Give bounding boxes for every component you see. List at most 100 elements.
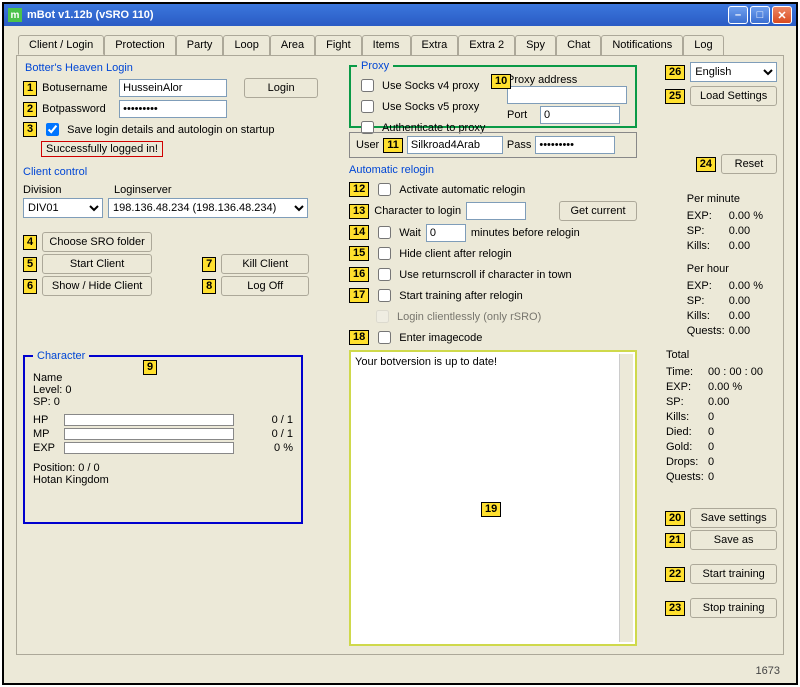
pm-kills-l: Kills: [687, 239, 729, 254]
tab-protection[interactable]: Protection [104, 35, 176, 55]
stop-training-button[interactable]: Stop training [690, 598, 777, 618]
hp-label: HP [33, 414, 59, 426]
hide-after-label: Hide client after relogin [399, 248, 512, 260]
annot-5: 5 [23, 257, 37, 272]
mp-value: 0 / 1 [272, 428, 293, 440]
proxy-legend: Proxy [357, 60, 393, 72]
load-settings-button[interactable]: Load Settings [690, 86, 777, 106]
save-settings-button[interactable]: Save settings [690, 508, 777, 528]
log-scrollbar[interactable] [619, 354, 633, 642]
reset-button[interactable]: Reset [721, 154, 777, 174]
maximize-button[interactable]: □ [750, 6, 770, 24]
mp-bar [64, 428, 234, 440]
annot-25: 25 [665, 89, 685, 104]
tab-notifications[interactable]: Notifications [601, 35, 683, 55]
save-as-button[interactable]: Save as [690, 530, 777, 550]
total-heading: Total [666, 348, 763, 363]
proxy-pass-input[interactable] [535, 136, 615, 154]
client-area: Client / Login Protection Party Loop Are… [4, 26, 796, 683]
botusername-input[interactable] [119, 79, 227, 97]
app-window: m mBot v1.12b (vSRO 110) – □ ✕ Client / … [2, 2, 798, 685]
status-bar-number: 1673 [756, 665, 780, 677]
socks5-checkbox[interactable] [361, 100, 374, 113]
mp-label: MP [33, 428, 59, 440]
save-login-checkbox[interactable] [46, 123, 59, 136]
proxy-user-label: User [356, 139, 379, 151]
wait-minutes-input[interactable] [426, 224, 466, 242]
annot-7: 7 [202, 257, 216, 272]
hide-after-checkbox[interactable] [378, 247, 391, 260]
t-drops-v: 0 [708, 456, 714, 468]
log-text: Your botversion is up to date! [355, 356, 631, 368]
stats-total: Total Time:00 : 00 : 00 EXP:0.00 % SP:0.… [666, 348, 763, 485]
tab-loop[interactable]: Loop [223, 35, 269, 55]
close-button[interactable]: ✕ [772, 6, 792, 24]
login-button[interactable]: Login [244, 78, 318, 98]
annot-21: 21 [665, 533, 685, 548]
botpassword-label: Botpassword [42, 103, 114, 115]
annot-12: 12 [349, 182, 369, 197]
annot-22: 22 [665, 567, 685, 582]
minimize-button[interactable]: – [728, 6, 748, 24]
tab-spy[interactable]: Spy [515, 35, 556, 55]
proxy-port-input[interactable] [540, 106, 620, 124]
tab-extra[interactable]: Extra [411, 35, 459, 55]
start-client-button[interactable]: Start Client [42, 254, 152, 274]
tab-client-login[interactable]: Client / Login [18, 35, 104, 55]
botpassword-input[interactable] [119, 100, 227, 118]
stats-per-minute: Per minute EXP:0.00 % SP:0.00 Kills:0.00 [687, 192, 763, 254]
imagecode-checkbox[interactable] [378, 331, 391, 344]
annot-19: 19 [481, 502, 501, 517]
t-drops-l: Drops: [666, 455, 708, 470]
get-current-button[interactable]: Get current [559, 201, 637, 221]
wait-label: Wait [399, 227, 421, 239]
clientless-checkbox [376, 310, 389, 323]
tab-chat[interactable]: Chat [556, 35, 601, 55]
proxy-address-input[interactable] [507, 86, 627, 104]
activate-relogin-checkbox[interactable] [378, 183, 391, 196]
annot-24: 24 [696, 157, 716, 172]
returnscroll-checkbox[interactable] [378, 268, 391, 281]
annot-17: 17 [349, 288, 369, 303]
exp-value: 0 % [274, 442, 293, 454]
socks4-checkbox[interactable] [361, 79, 374, 92]
start-training-after-checkbox[interactable] [378, 289, 391, 302]
annot-10: 10 [491, 74, 511, 89]
tab-fight[interactable]: Fight [315, 35, 361, 55]
char-level: Level: 0 [33, 384, 293, 396]
tab-log[interactable]: Log [683, 35, 723, 55]
show-hide-client-button[interactable]: Show / Hide Client [42, 276, 152, 296]
t-died-l: Died: [666, 425, 708, 440]
t-exp-l: EXP: [666, 380, 708, 395]
character-fieldset: Character 9 Name Level: 0 SP: 0 HP 0 / 1… [23, 350, 303, 524]
language-select[interactable]: English [690, 62, 777, 82]
kill-client-button[interactable]: Kill Client [221, 254, 309, 274]
annot-13: 13 [349, 204, 369, 219]
start-training-button[interactable]: Start training [690, 564, 777, 584]
division-select[interactable]: DIV01 [23, 198, 103, 218]
ph-kills-l: Kills: [687, 309, 729, 324]
tab-extra2[interactable]: Extra 2 [458, 35, 515, 55]
app-icon: m [8, 8, 22, 22]
char-position: Position: 0 / 0 [33, 462, 293, 474]
start-training-after-label: Start training after relogin [399, 290, 523, 302]
stats-per-hour: Per hour EXP:0.00 % SP:0.00 Kills:0.00 Q… [687, 262, 763, 339]
tab-area[interactable]: Area [270, 35, 315, 55]
char-to-login-input[interactable] [466, 202, 526, 220]
annot-26: 26 [665, 65, 685, 80]
tab-party[interactable]: Party [176, 35, 224, 55]
tab-items[interactable]: Items [362, 35, 411, 55]
annot-8: 8 [202, 279, 216, 294]
loginserver-select[interactable]: 198.136.48.234 (198.136.48.234) [108, 198, 308, 218]
per-minute-heading: Per minute [687, 192, 763, 207]
log-off-button[interactable]: Log Off [221, 276, 309, 296]
wait-checkbox[interactable] [378, 226, 391, 239]
returnscroll-label: Use returnscroll if character in town [399, 269, 571, 281]
ph-exp-v: 0.00 % [729, 280, 763, 292]
annot-6: 6 [23, 279, 37, 294]
save-login-label: Save login details and autologin on star… [67, 124, 274, 136]
proxy-user-input[interactable] [407, 136, 503, 154]
choose-sro-folder-button[interactable]: Choose SRO folder [42, 232, 152, 252]
botusername-label: Botusername [42, 82, 114, 94]
socks4-label: Use Socks v4 proxy [382, 80, 479, 92]
